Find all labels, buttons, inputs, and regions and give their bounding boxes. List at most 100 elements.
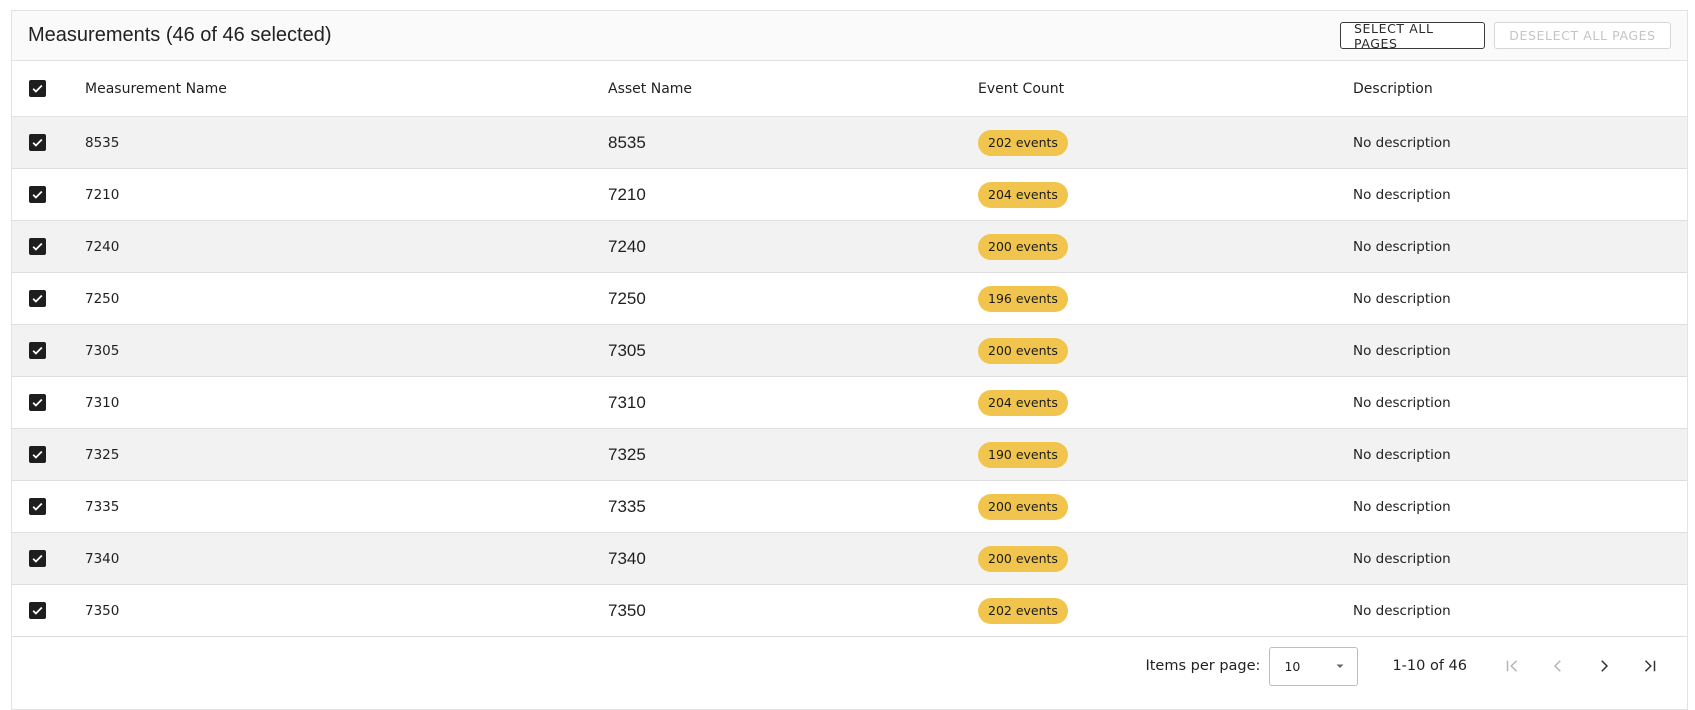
description-cell: No description: [1353, 498, 1451, 515]
description-cell: No description: [1353, 290, 1451, 307]
panel-header: Measurements (46 of 46 selected) SELECT …: [12, 11, 1687, 61]
row-checkbox[interactable]: [29, 134, 46, 151]
items-per-page-select[interactable]: 10: [1269, 646, 1359, 686]
measurement-name-cell: 7325: [85, 446, 120, 463]
measurement-name-cell: 7240: [85, 238, 120, 255]
first-page-icon: [1506, 660, 1518, 672]
row-checkbox[interactable]: [29, 550, 46, 567]
table-row[interactable]: 7340 7340 200 events No description: [12, 533, 1687, 585]
previous-page-button[interactable]: [1535, 646, 1581, 686]
event-count-badge: 200 events: [978, 493, 1068, 520]
table-row[interactable]: 7305 7305 200 events No description: [12, 325, 1687, 377]
asset-name-cell: 7305: [608, 340, 646, 360]
caret-down-icon: [1336, 664, 1344, 668]
pager-buttons: [1489, 646, 1673, 686]
event-count-cell: 190 events: [978, 441, 1353, 468]
row-checkbox-cell: [12, 238, 85, 255]
table-row[interactable]: 7335 7335 200 events No description: [12, 481, 1687, 533]
table-row[interactable]: 8535 8535 202 events No description: [12, 117, 1687, 169]
row-checkbox-cell: [12, 290, 85, 307]
chevron-right-icon: [1601, 660, 1609, 672]
asset-name-cell: 7350: [608, 600, 646, 620]
last-page-icon: [1644, 660, 1656, 672]
measurement-name-cell: 7305: [85, 342, 120, 359]
last-page-button[interactable]: [1627, 646, 1673, 686]
check-icon: [32, 294, 43, 303]
event-count-badge: 202 events: [978, 597, 1068, 624]
asset-name-cell: 7250: [608, 288, 646, 308]
event-count-badge: 200 events: [978, 337, 1068, 364]
table-row[interactable]: 7325 7325 190 events No description: [12, 429, 1687, 481]
table-body: 8535 8535 202 events No description 7210 7210…: [12, 117, 1687, 637]
description-cell: No description: [1353, 134, 1451, 151]
first-page-button[interactable]: [1489, 646, 1535, 686]
column-header-measurement-name[interactable]: Measurement Name: [85, 81, 608, 97]
table-row[interactable]: 7250 7250 196 events No description: [12, 273, 1687, 325]
event-count-badge: 204 events: [978, 181, 1068, 208]
description-cell: No description: [1353, 186, 1451, 203]
chevron-left-icon: [1553, 660, 1561, 672]
description-cell: No description: [1353, 342, 1451, 359]
measurement-name-cell: 7335: [85, 498, 120, 515]
event-count-cell: 200 events: [978, 493, 1353, 520]
measurement-name-cell: 7250: [85, 290, 120, 307]
row-checkbox[interactable]: [29, 394, 46, 411]
row-checkbox[interactable]: [29, 238, 46, 255]
row-checkbox-cell: [12, 186, 85, 203]
table-row[interactable]: 7240 7240 200 events No description: [12, 221, 1687, 273]
table-row[interactable]: 7350 7350 202 events No description: [12, 585, 1687, 637]
asset-name-cell: 7340: [608, 548, 646, 568]
asset-name-cell: 7210: [608, 184, 646, 204]
row-checkbox-cell: [12, 342, 85, 359]
row-checkbox[interactable]: [29, 186, 46, 203]
row-checkbox-cell: [12, 394, 85, 411]
row-checkbox-cell: [12, 550, 85, 567]
event-count-badge: 200 events: [978, 233, 1068, 260]
check-icon: [32, 242, 43, 251]
check-icon: [32, 398, 43, 407]
row-checkbox-cell: [12, 134, 85, 151]
event-count-cell: 200 events: [978, 337, 1353, 364]
measurement-name-cell: 8535: [85, 134, 120, 151]
check-icon: [32, 84, 43, 93]
check-icon: [32, 502, 43, 511]
row-checkbox[interactable]: [29, 446, 46, 463]
description-cell: No description: [1353, 602, 1451, 619]
header-actions: SELECT ALL PAGES DESELECT ALL PAGES: [1340, 21, 1671, 51]
measurements-panel: Measurements (46 of 46 selected) SELECT …: [11, 10, 1688, 710]
event-count-badge: 204 events: [978, 389, 1068, 416]
event-count-cell: 200 events: [978, 545, 1353, 572]
page-range-label: 1-10 of 46: [1392, 658, 1467, 674]
column-header-asset-name[interactable]: Asset Name: [608, 81, 978, 97]
items-per-page-value: 10: [1284, 658, 1301, 674]
row-checkbox-cell: [12, 602, 85, 619]
description-cell: No description: [1353, 550, 1451, 567]
column-header-event-count[interactable]: Event Count: [978, 81, 1353, 97]
column-header-description[interactable]: Description: [1353, 81, 1687, 97]
check-icon: [32, 138, 43, 147]
row-checkbox[interactable]: [29, 342, 46, 359]
row-checkbox[interactable]: [29, 602, 46, 619]
asset-name-cell: 7240: [608, 236, 646, 256]
measurement-name-cell: 7310: [85, 394, 120, 411]
next-page-button[interactable]: [1581, 646, 1627, 686]
page-title: Measurements (46 of 46 selected): [28, 24, 332, 46]
description-cell: No description: [1353, 238, 1451, 255]
row-checkbox[interactable]: [29, 290, 46, 307]
table-row[interactable]: 7210 7210 204 events No description: [12, 169, 1687, 221]
asset-name-cell: 8535: [608, 132, 646, 152]
check-icon: [32, 190, 43, 199]
asset-name-cell: 7325: [608, 444, 646, 464]
paginator: Items per page: 10 1-10 of 46: [12, 637, 1687, 695]
row-checkbox[interactable]: [29, 498, 46, 515]
select-all-checkbox[interactable]: [29, 80, 46, 97]
select-all-pages-button[interactable]: SELECT ALL PAGES: [1340, 21, 1485, 51]
event-count-badge: 200 events: [978, 545, 1068, 572]
event-count-cell: 200 events: [978, 233, 1353, 260]
measurement-name-cell: 7210: [85, 186, 120, 203]
table-row[interactable]: 7310 7310 204 events No description: [12, 377, 1687, 429]
event-count-cell: 204 events: [978, 389, 1353, 416]
check-icon: [32, 606, 43, 615]
items-per-page-label: Items per page:: [1145, 658, 1261, 674]
event-count-badge: 202 events: [978, 129, 1068, 156]
